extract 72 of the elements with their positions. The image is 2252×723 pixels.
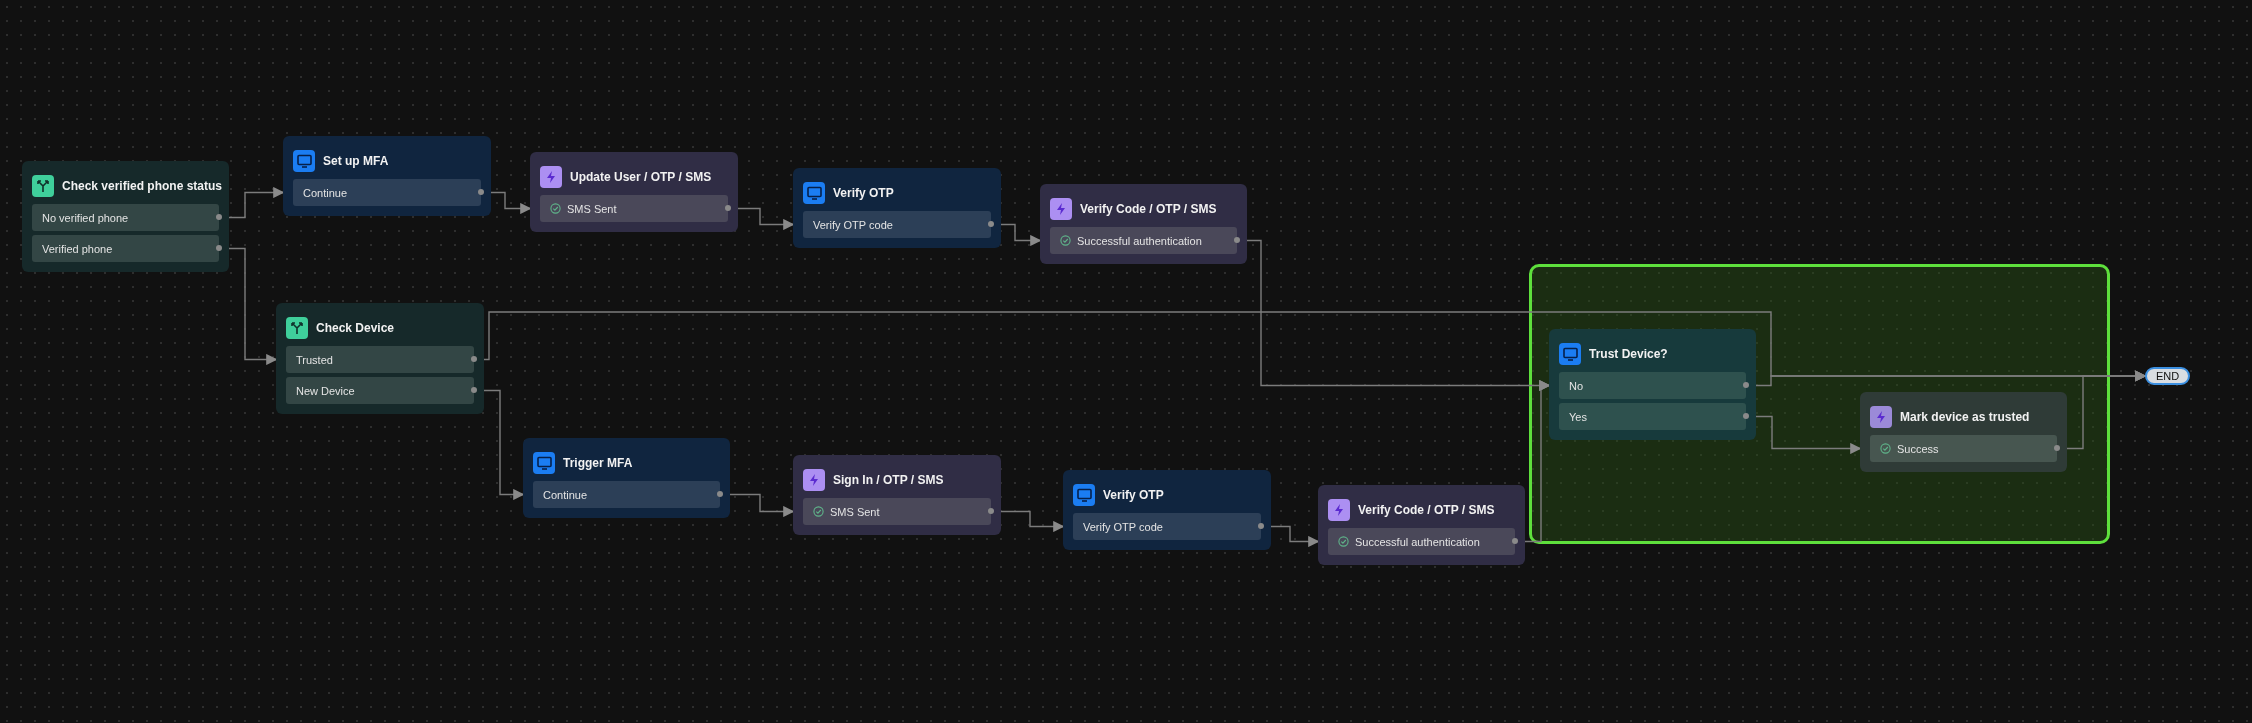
- node-type-icon: [1328, 499, 1350, 521]
- output-row: Verify OTP code: [803, 211, 991, 238]
- node-title: Trust Device?: [1589, 347, 1668, 361]
- check-circle-icon: [813, 506, 824, 517]
- node-card[interactable]: Set up MFA Continue: [283, 136, 491, 216]
- node-title: Set up MFA: [323, 154, 389, 168]
- output-row: Successful authentication: [1050, 227, 1237, 254]
- check-circle-icon: [1880, 443, 1891, 454]
- node-card[interactable]: Trust Device? No Yes: [1549, 329, 1756, 440]
- node-card[interactable]: Verify OTP Verify OTP code: [793, 168, 1001, 248]
- connection-handle[interactable]: [471, 387, 477, 393]
- node-title: Verify OTP: [833, 186, 894, 200]
- connection-handle[interactable]: [725, 205, 731, 211]
- node-type-icon: [1050, 198, 1072, 220]
- node-type-icon: [293, 150, 315, 172]
- output-row: Verify OTP code: [1073, 513, 1261, 540]
- connection-handle[interactable]: [1512, 538, 1518, 544]
- node-type-icon: [32, 175, 54, 197]
- node-card[interactable]: Verify Code / OTP / SMS Successful authentication: [1318, 485, 1525, 565]
- node-type-icon: [540, 166, 562, 188]
- node-title: Mark device as trusted: [1900, 410, 2030, 424]
- end-terminal: END: [2145, 367, 2191, 385]
- output-row: Successful authentication: [1328, 528, 1515, 555]
- output-row: Continue: [533, 481, 720, 508]
- connection-handle[interactable]: [216, 245, 222, 251]
- output-row: SMS Sent: [803, 498, 991, 525]
- connection-handle[interactable]: [1743, 413, 1749, 419]
- node-type-icon: [1870, 406, 1892, 428]
- node-type-icon: [803, 469, 825, 491]
- output-row: New Device: [286, 377, 474, 404]
- node-card[interactable]: Update User / OTP / SMS SMS Sent: [530, 152, 738, 232]
- node-title: Check Device: [316, 321, 395, 335]
- output-row: Verified phone: [32, 235, 219, 262]
- node-type-icon: [1559, 343, 1581, 365]
- node-type-icon: [803, 182, 825, 204]
- node-card[interactable]: Mark device as trusted Success: [1860, 392, 2067, 472]
- connection-handle[interactable]: [478, 189, 484, 195]
- output-row: No: [1559, 372, 1746, 399]
- node-title: Trigger MFA: [563, 456, 633, 470]
- connection-handle[interactable]: [216, 214, 222, 220]
- node-title: Verify Code / OTP / SMS: [1358, 503, 1495, 517]
- node-type-icon: [1073, 484, 1095, 506]
- node-title: Verify Code / OTP / SMS: [1080, 202, 1217, 216]
- output-row: Yes: [1559, 403, 1746, 430]
- node-title: Verify OTP: [1103, 488, 1164, 502]
- output-row: No verified phone: [32, 204, 219, 231]
- check-circle-icon: [550, 203, 561, 214]
- node-card[interactable]: Check verified phone status No verified phone Verified phone: [22, 161, 229, 272]
- output-row: Success: [1870, 435, 2057, 462]
- node-card[interactable]: Sign In / OTP / SMS SMS Sent: [793, 455, 1001, 535]
- connection-handle[interactable]: [717, 491, 723, 497]
- connection-handle[interactable]: [1234, 237, 1240, 243]
- connection-handle[interactable]: [471, 356, 477, 362]
- node-type-icon: [286, 317, 308, 339]
- output-row: Trusted: [286, 346, 474, 373]
- node-title: Check verified phone status: [62, 179, 223, 193]
- node-card[interactable]: Trigger MFA Continue: [523, 438, 730, 518]
- connection-handle[interactable]: [988, 221, 994, 227]
- output-row: Continue: [293, 179, 481, 206]
- output-row: SMS Sent: [540, 195, 728, 222]
- node-card[interactable]: Check Device Trusted New Device: [276, 303, 484, 414]
- check-circle-icon: [1338, 536, 1349, 547]
- node-card[interactable]: Verify OTP Verify OTP code: [1063, 470, 1271, 550]
- connection-handle[interactable]: [1258, 523, 1264, 529]
- node-title: Update User / OTP / SMS: [570, 170, 712, 184]
- connection-handle[interactable]: [1743, 382, 1749, 388]
- node-card[interactable]: Verify Code / OTP / SMS Successful authentication: [1040, 184, 1247, 264]
- connection-handle[interactable]: [988, 508, 994, 514]
- node-type-icon: [533, 452, 555, 474]
- connection-handle[interactable]: [2054, 445, 2060, 451]
- node-title: Sign In / OTP / SMS: [833, 473, 944, 487]
- check-circle-icon: [1060, 235, 1071, 246]
